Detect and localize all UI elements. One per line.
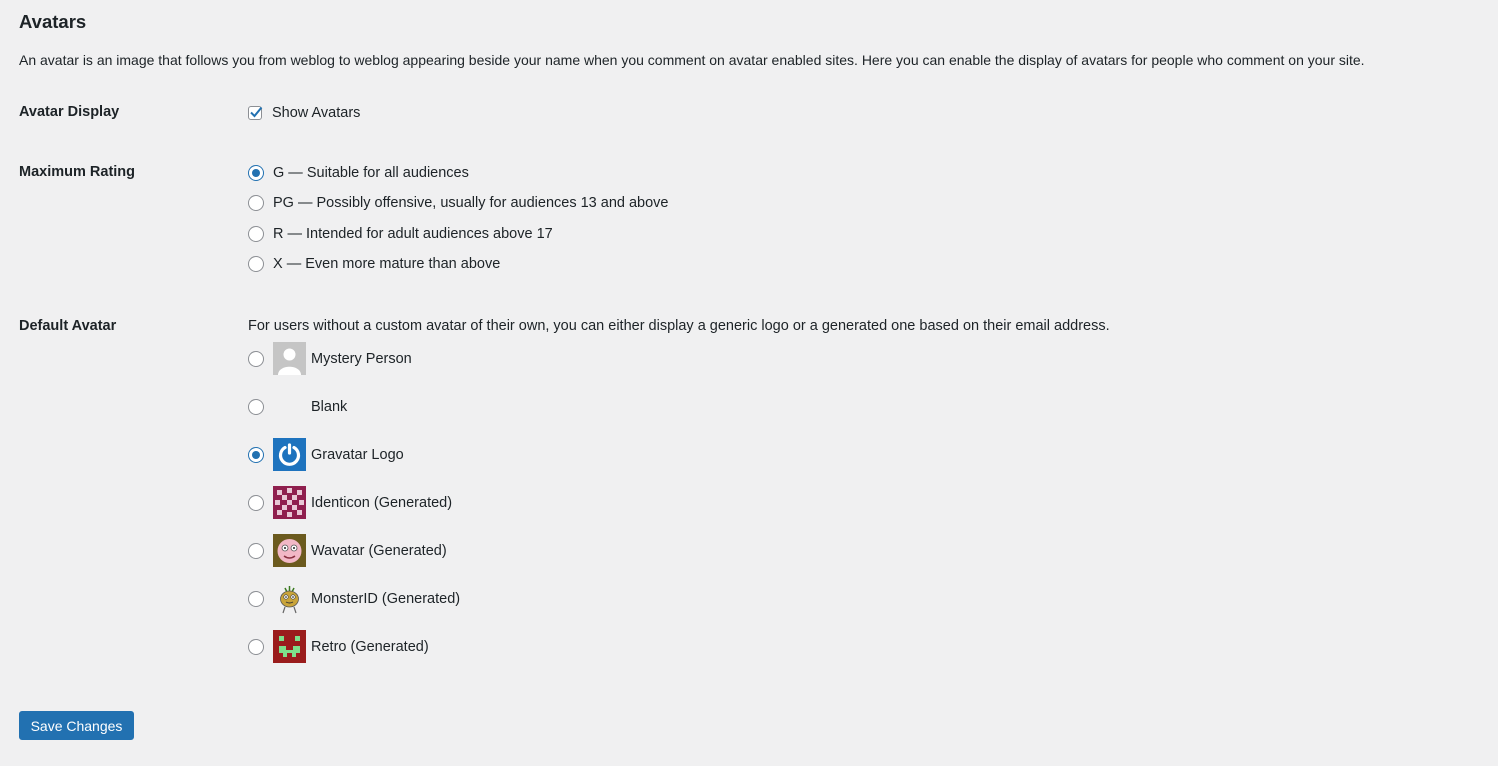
avatar-blank-label: Blank	[311, 398, 348, 415]
avatar-retro-radio[interactable]	[248, 638, 264, 655]
avatars-settings-page: Avatars An avatar is an image that follo…	[0, 0, 1498, 766]
avatar-option-retro[interactable]: Retro (Generated)	[248, 630, 429, 663]
save-changes-button[interactable]: Save Changes	[19, 711, 134, 740]
rating-g-radio[interactable]	[248, 165, 264, 181]
maximum-rating-label: Maximum Rating	[19, 164, 136, 180]
default-avatar-description: For users without a custom avatar of the…	[248, 318, 1110, 334]
checkmark-icon	[250, 106, 263, 118]
rating-x-label: X — Even more mature than above	[273, 256, 501, 272]
rating-option-x[interactable]: X — Even more mature than above	[248, 253, 500, 275]
rating-r-label: R — Intended for adult audiences above 1…	[273, 226, 553, 242]
avatar-mystery-radio[interactable]	[248, 350, 264, 367]
avatar-option-blank[interactable]: Blank	[248, 390, 347, 423]
rating-r-radio[interactable]	[248, 226, 264, 242]
rating-option-g[interactable]: G — Suitable for all audiences	[248, 162, 469, 184]
monsterid-avatar-icon	[273, 582, 306, 615]
avatar-retro-label: Retro (Generated)	[311, 638, 429, 655]
avatar-blank-radio[interactable]	[248, 398, 264, 415]
avatar-gravatar-radio[interactable]	[248, 446, 264, 463]
rating-option-r[interactable]: R — Intended for adult audiences above 1…	[248, 223, 553, 245]
rating-g-label: G — Suitable for all audiences	[273, 165, 469, 181]
blank-avatar-icon	[273, 390, 306, 423]
avatar-monsterid-radio[interactable]	[248, 590, 264, 607]
avatar-wavatar-label: Wavatar (Generated)	[311, 542, 447, 559]
avatar-identicon-radio[interactable]	[248, 494, 264, 511]
identicon-avatar-icon	[273, 486, 306, 519]
rating-pg-label: PG — Possibly offensive, usually for aud…	[273, 195, 669, 211]
default-avatar-label: Default Avatar	[19, 318, 117, 334]
avatar-option-monsterid[interactable]: MonsterID (Generated)	[248, 582, 460, 615]
show-avatars-option[interactable]: Show Avatars	[248, 102, 360, 124]
avatar-monsterid-label: MonsterID (Generated)	[311, 590, 461, 607]
rating-x-radio[interactable]	[248, 256, 264, 272]
section-title: Avatars	[19, 11, 87, 32]
rating-pg-radio[interactable]	[248, 195, 264, 211]
rating-option-pg[interactable]: PG — Possibly offensive, usually for aud…	[248, 192, 669, 214]
mystery-person-avatar-icon	[273, 342, 306, 375]
avatar-option-mystery[interactable]: Mystery Person	[248, 342, 412, 375]
retro-avatar-icon	[273, 630, 306, 663]
avatar-identicon-label: Identicon (Generated)	[311, 494, 453, 511]
avatar-wavatar-radio[interactable]	[248, 542, 264, 559]
section-description: An avatar is an image that follows you f…	[19, 52, 1365, 68]
avatar-display-label: Avatar Display	[19, 104, 120, 120]
avatar-option-wavatar[interactable]: Wavatar (Generated)	[248, 534, 447, 567]
show-avatars-checkbox[interactable]	[248, 106, 263, 120]
avatar-gravatar-label: Gravatar Logo	[311, 446, 404, 463]
avatar-option-gravatar[interactable]: Gravatar Logo	[248, 438, 404, 471]
wavatar-avatar-icon	[273, 534, 306, 567]
show-avatars-label: Show Avatars	[272, 105, 361, 121]
avatar-mystery-label: Mystery Person	[311, 350, 412, 367]
avatar-option-identicon[interactable]: Identicon (Generated)	[248, 486, 452, 519]
gravatar-logo-icon	[273, 438, 306, 471]
